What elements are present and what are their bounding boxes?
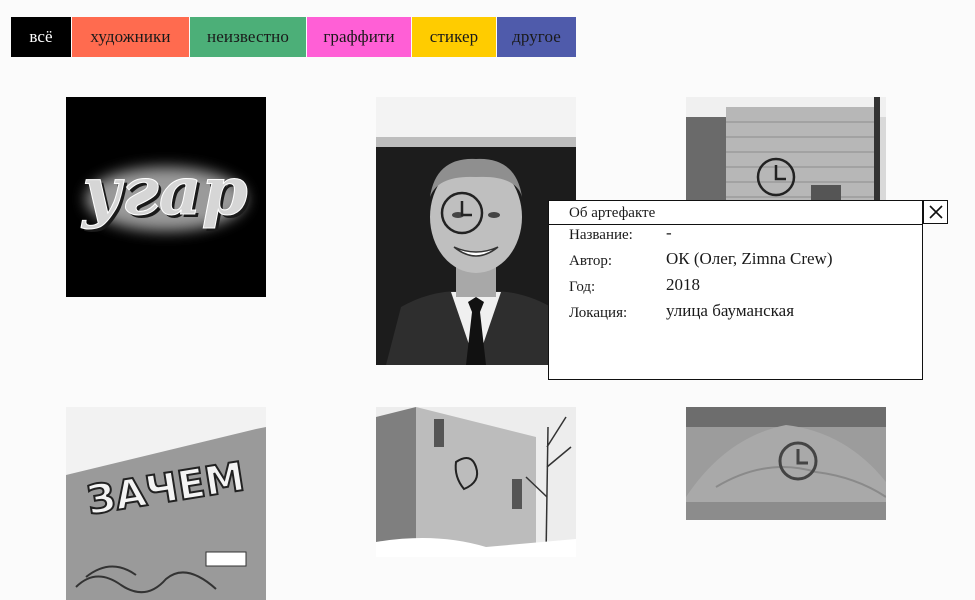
- filter-sticker[interactable]: стикер: [411, 17, 496, 57]
- brick-wall-image: [686, 97, 886, 207]
- filter-all[interactable]: всё: [11, 17, 71, 57]
- close-button[interactable]: [923, 200, 948, 224]
- field-row-location: Локация: улица бауманская: [569, 301, 833, 327]
- portrait-image: [376, 97, 576, 365]
- field-label: Год:: [569, 279, 596, 295]
- artifact-info: Название: - Автор: ОК (Олег, Zimna Crew)…: [569, 223, 833, 327]
- artifact-tile-portrait[interactable]: [376, 97, 576, 365]
- field-row-title: Название: -: [569, 223, 833, 249]
- field-row-year: Год: 2018: [569, 275, 833, 301]
- building-image: [376, 407, 576, 557]
- artifact-tile-brick-wall[interactable]: [686, 97, 886, 207]
- filter-unknown[interactable]: неизвестно: [189, 17, 306, 57]
- ugar-image: угар угар: [66, 97, 266, 297]
- close-icon: [928, 205, 943, 219]
- artifact-tile-ugar[interactable]: угар угар: [66, 97, 266, 297]
- field-label: Название:: [569, 227, 633, 243]
- artifact-tile-building[interactable]: [376, 407, 576, 557]
- artifact-info-modal: Об артефакте Название: - Автор: ОК (Олег…: [548, 200, 923, 380]
- modal-title: Об артефакте: [549, 201, 922, 225]
- field-label: Автор:: [569, 253, 613, 269]
- filter-bar: всё художники неизвестно граффити стикер…: [11, 17, 576, 57]
- filter-graffiti[interactable]: граффити: [306, 17, 411, 57]
- field-value: 2018: [666, 275, 700, 294]
- field-value: улица бауманская: [666, 301, 795, 320]
- field-value: -: [666, 223, 672, 242]
- artifact-tile-zachem[interactable]: ЗАЧЕМ: [66, 407, 266, 600]
- ugar-text: угар: [80, 152, 248, 230]
- artifact-tile-sand-pile[interactable]: [686, 407, 886, 520]
- zachem-image: ЗАЧЕМ: [66, 407, 266, 600]
- filter-other[interactable]: другое: [496, 17, 576, 57]
- field-row-author: Автор: ОК (Олег, Zimna Crew): [569, 249, 833, 275]
- sand-pile-image: [686, 407, 886, 520]
- field-value: ОК (Олег, Zimna Crew): [666, 249, 833, 268]
- field-label: Локация:: [569, 305, 628, 321]
- filter-artists[interactable]: художники: [71, 17, 189, 57]
